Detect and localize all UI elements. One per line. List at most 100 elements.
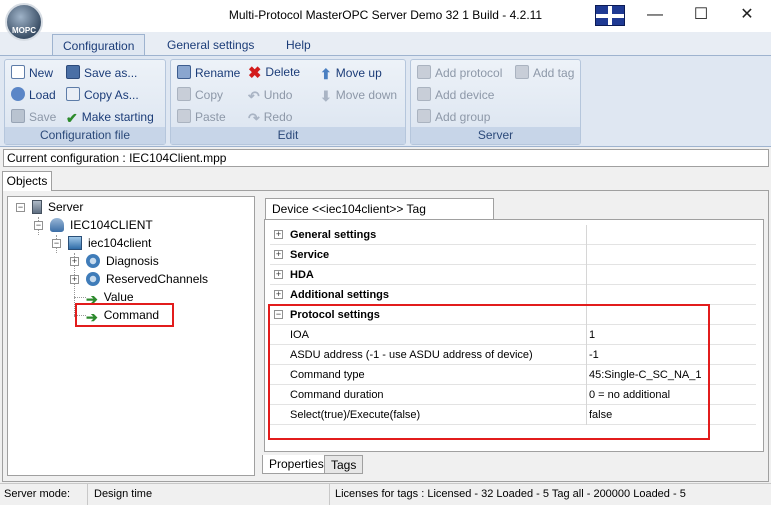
paste-label: Paste bbox=[195, 110, 226, 124]
undo-icon: ↶ bbox=[248, 88, 260, 104]
section-additional-settings[interactable]: + Additional settings bbox=[270, 285, 756, 305]
section-value-empty bbox=[587, 225, 756, 245]
copy-button[interactable]: Copy bbox=[177, 85, 223, 105]
group-configuration-file: New Save as... Load Copy As... Save ✔ Mak… bbox=[4, 59, 166, 145]
add-group-button[interactable]: Add group bbox=[417, 107, 490, 127]
add-device-button[interactable]: Add device bbox=[417, 85, 494, 105]
tree-label-device: iec104client bbox=[88, 236, 152, 250]
device-icon bbox=[68, 236, 82, 250]
object-tree[interactable]: − Server − IEC104CLIENT − iec104client +… bbox=[7, 196, 255, 476]
minimize-button[interactable]: — bbox=[632, 0, 678, 32]
collapse-device-toggle[interactable]: − bbox=[52, 239, 61, 248]
save-as-button[interactable]: Save as... bbox=[66, 63, 137, 83]
tree-label-value: Value bbox=[103, 290, 134, 304]
protocol-icon bbox=[50, 218, 64, 232]
redo-button[interactable]: ↷ Redo bbox=[248, 107, 292, 127]
add-group-icon bbox=[417, 109, 431, 123]
new-button[interactable]: New bbox=[11, 63, 53, 83]
add-group-label: Add group bbox=[435, 110, 491, 124]
section-service[interactable]: + Service bbox=[270, 245, 756, 265]
expand-reserved-toggle[interactable]: + bbox=[70, 275, 79, 284]
tree-node-diagnosis[interactable]: Diagnosis bbox=[86, 252, 159, 270]
group-server: Add protocol Add tag Add device Add grou… bbox=[410, 59, 581, 145]
current-configuration-bar: Current configuration : IEC104Client.mpp bbox=[3, 149, 769, 167]
ribbon: New Save as... Load Copy As... Save ✔ Mak… bbox=[0, 55, 771, 147]
device-tag-tab[interactable]: Device <<iec104client>> Tag <<Command>> bbox=[265, 198, 494, 236]
expand-toggle[interactable]: + bbox=[274, 250, 283, 259]
tree-node-iec104client-protocol[interactable]: IEC104CLIENT bbox=[50, 216, 153, 234]
add-device-icon bbox=[417, 87, 431, 101]
delete-label: Delete bbox=[265, 65, 301, 79]
redo-icon: ↷ bbox=[248, 110, 260, 126]
make-starting-button[interactable]: ✔ Make starting bbox=[66, 107, 154, 127]
section-hda[interactable]: + HDA bbox=[270, 265, 756, 285]
move-up-label: Move up bbox=[335, 66, 382, 80]
save-label: Save bbox=[29, 110, 57, 124]
tree-node-reserved-channels[interactable]: ReservedChannels bbox=[86, 270, 208, 288]
save-icon bbox=[11, 109, 25, 123]
arrow-down-icon: ⬇ bbox=[320, 88, 332, 104]
delete-x-icon: ✖ bbox=[248, 65, 262, 82]
rename-label: Rename bbox=[195, 66, 241, 80]
add-tag-button[interactable]: Add tag bbox=[515, 63, 574, 83]
load-button[interactable]: Load bbox=[11, 85, 56, 105]
tree-node-iec104client-device[interactable]: iec104client bbox=[68, 234, 151, 252]
section-value-empty bbox=[587, 285, 756, 305]
paste-icon bbox=[177, 109, 191, 123]
status-bar: Server mode: Design time Licenses for ta… bbox=[0, 483, 771, 505]
save-button[interactable]: Save bbox=[11, 107, 56, 127]
group-gear-icon bbox=[86, 254, 100, 268]
maximize-button[interactable]: ☐ bbox=[678, 0, 724, 32]
highlight-protocol-settings-box bbox=[268, 304, 710, 440]
paste-button[interactable]: Paste bbox=[177, 107, 226, 127]
group-label-server: Server bbox=[411, 127, 580, 144]
checkmark-icon: ✔ bbox=[66, 110, 78, 126]
new-file-icon bbox=[11, 65, 25, 79]
tab-objects[interactable]: Objects bbox=[2, 171, 52, 191]
status-label: Server mode: bbox=[0, 484, 88, 505]
expand-diagnosis-toggle[interactable]: + bbox=[70, 257, 79, 266]
new-label: New bbox=[29, 66, 54, 80]
section-value-empty bbox=[587, 245, 756, 265]
copy-label: Copy bbox=[195, 88, 224, 102]
move-up-button[interactable]: ⬆ Move up bbox=[320, 63, 382, 83]
collapse-client-toggle[interactable]: − bbox=[34, 221, 43, 230]
save-as-icon bbox=[66, 65, 80, 79]
arrow-up-icon: ⬆ bbox=[320, 66, 332, 82]
rename-button[interactable]: Rename bbox=[177, 63, 240, 83]
close-button[interactable]: ✕ bbox=[724, 0, 770, 32]
add-tag-label: Add tag bbox=[533, 66, 575, 80]
title-bar: Multi-Protocol MasterOPC Server Demo 32 … bbox=[0, 0, 771, 32]
move-down-button[interactable]: ⬇ Move down bbox=[320, 85, 397, 105]
app-logo-icon[interactable]: MOPC bbox=[5, 3, 43, 41]
language-flag-icon[interactable] bbox=[595, 5, 625, 26]
add-tag-icon bbox=[515, 65, 529, 79]
tree-label-diagnosis: Diagnosis bbox=[106, 254, 159, 268]
expand-toggle[interactable]: + bbox=[274, 290, 283, 299]
add-device-label: Add device bbox=[435, 88, 495, 102]
tab-properties[interactable]: Properties bbox=[262, 455, 331, 474]
group-edit: Rename ✖ Delete ⬆ Move up Copy ↶ Undo ⬇ Move… bbox=[170, 59, 406, 145]
undo-label: Undo bbox=[263, 88, 293, 102]
section-label: HDA bbox=[288, 265, 587, 285]
tab-tags[interactable]: Tags bbox=[324, 455, 364, 474]
add-protocol-label: Add protocol bbox=[435, 66, 503, 80]
delete-button[interactable]: ✖ Delete bbox=[248, 62, 300, 82]
status-licenses: Licenses for tags : Licensed - 32 Loaded… bbox=[335, 488, 686, 500]
make-starting-label: Make starting bbox=[81, 110, 154, 124]
copy-as-icon bbox=[66, 87, 80, 101]
expand-toggle[interactable]: + bbox=[274, 270, 283, 279]
tree-label-client: IEC104CLIENT bbox=[70, 218, 153, 232]
group-label-edit: Edit bbox=[171, 127, 405, 144]
save-as-label: Save as... bbox=[84, 66, 138, 80]
section-general-settings[interactable]: + General settings bbox=[270, 225, 756, 245]
copy-as-button[interactable]: Copy As... bbox=[66, 85, 139, 105]
expand-toggle[interactable]: + bbox=[274, 230, 283, 239]
undo-button[interactable]: ↶ Undo bbox=[248, 85, 292, 105]
group-gear-icon bbox=[86, 272, 100, 286]
rename-icon bbox=[177, 65, 191, 79]
collapse-server-toggle[interactable]: − bbox=[16, 203, 25, 212]
load-icon bbox=[11, 87, 25, 101]
tree-node-server[interactable]: Server bbox=[32, 198, 83, 216]
add-protocol-button[interactable]: Add protocol bbox=[417, 63, 502, 83]
